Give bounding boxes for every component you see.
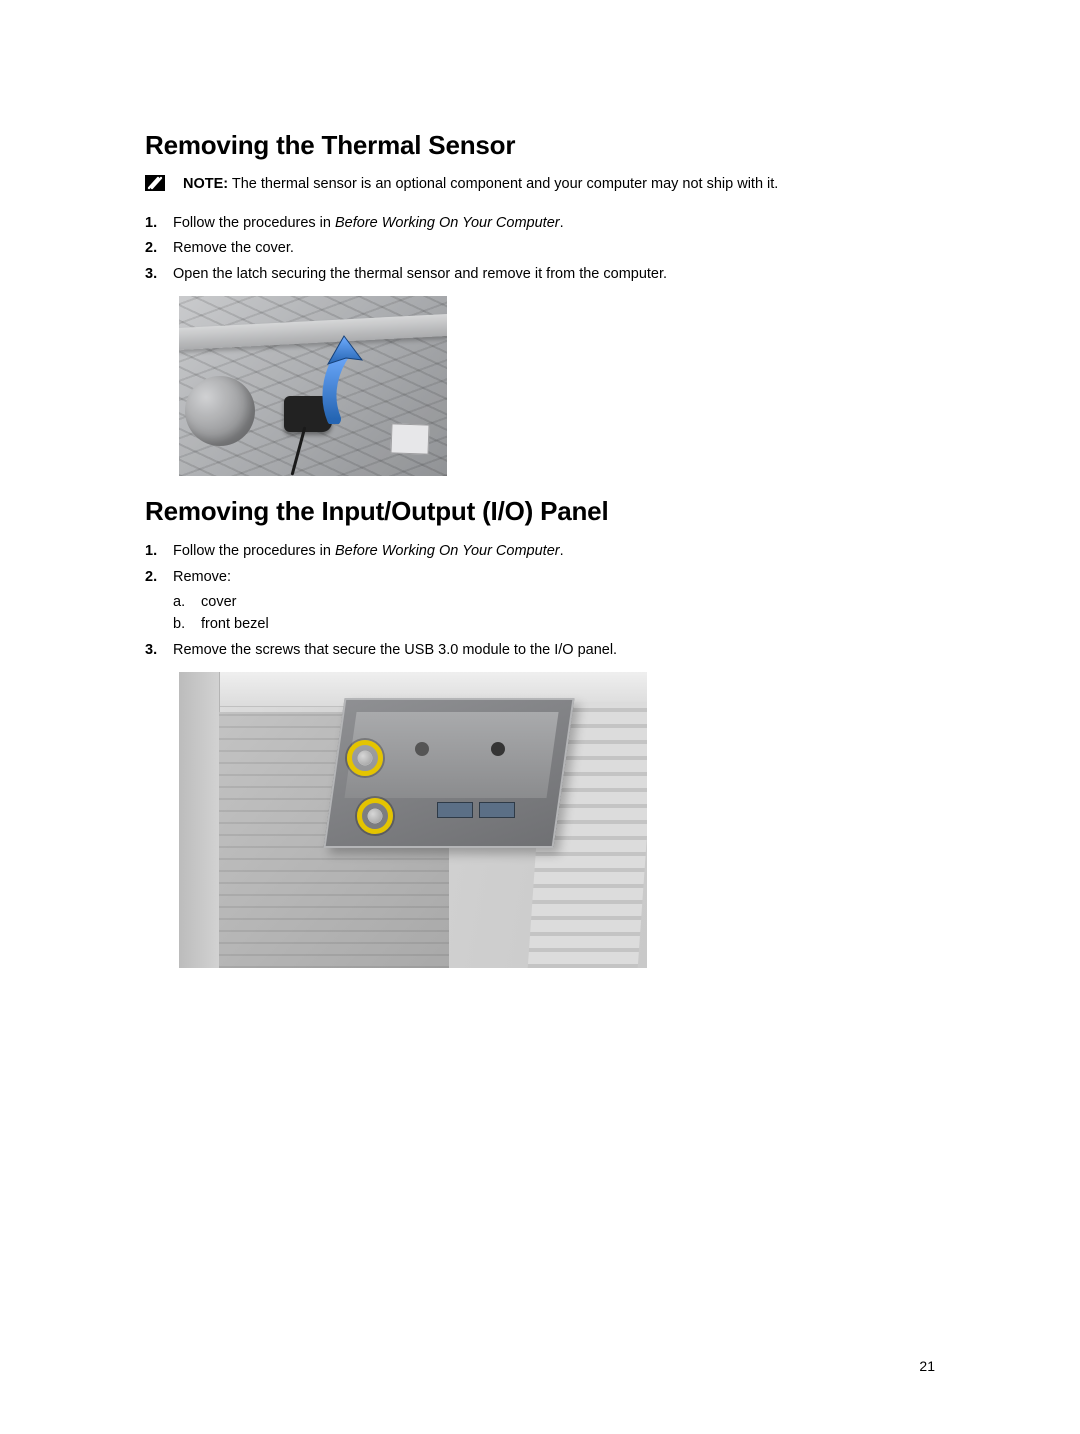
illustration-io-panel: [179, 672, 647, 968]
figure-thermal-sensor: [179, 296, 935, 476]
step-emphasis: Before Working On Your Computer: [335, 543, 560, 559]
section-heading-thermal-sensor: Removing the Thermal Sensor: [145, 130, 935, 161]
step-emphasis: Before Working On Your Computer: [335, 215, 560, 231]
screw-highlight-icon: [357, 798, 393, 834]
step-item: Follow the procedures in Before Working …: [145, 213, 935, 235]
sub-step-item: cover: [173, 592, 935, 614]
note-icon: [145, 175, 165, 191]
sub-step-item: front bezel: [173, 614, 935, 636]
step-text: Open the latch securing the thermal sens…: [173, 266, 667, 282]
page-number: 21: [919, 1358, 935, 1374]
section-heading-io-panel: Removing the Input/Output (I/O) Panel: [145, 496, 935, 527]
steps-list-thermal: Follow the procedures in Before Working …: [145, 213, 935, 286]
step-text: Remove the screws that secure the USB 3.…: [173, 642, 617, 658]
sub-steps: cover front bezel: [173, 592, 935, 636]
step-text-tail: .: [560, 215, 564, 231]
screw-highlight-icon: [347, 740, 383, 776]
illustration-thermal-sensor: [179, 296, 447, 476]
sub-step-text: front bezel: [201, 616, 269, 632]
step-text: Follow the procedures in: [173, 215, 335, 231]
step-text: Remove:: [173, 569, 231, 585]
step-item: Remove: cover front bezel: [145, 567, 935, 636]
note-text: NOTE: The thermal sensor is an optional …: [183, 175, 778, 195]
step-text: Remove the cover.: [173, 240, 294, 256]
step-item: Remove the cover.: [145, 238, 935, 260]
note-label: NOTE:: [183, 176, 228, 192]
arrow-up-icon: [304, 334, 374, 424]
step-item: Open the latch securing the thermal sens…: [145, 264, 935, 286]
step-item: Remove the screws that secure the USB 3.…: [145, 640, 935, 662]
note-callout: NOTE: The thermal sensor is an optional …: [145, 175, 935, 195]
step-item: Follow the procedures in Before Working …: [145, 541, 935, 563]
note-body: The thermal sensor is an optional compon…: [228, 176, 778, 192]
steps-list-io: Follow the procedures in Before Working …: [145, 541, 935, 662]
step-text: Follow the procedures in: [173, 543, 335, 559]
sub-step-text: cover: [201, 594, 236, 610]
figure-io-panel: [179, 672, 935, 968]
step-text-tail: .: [560, 543, 564, 559]
document-page: Removing the Thermal Sensor NOTE: The th…: [0, 0, 1080, 1434]
